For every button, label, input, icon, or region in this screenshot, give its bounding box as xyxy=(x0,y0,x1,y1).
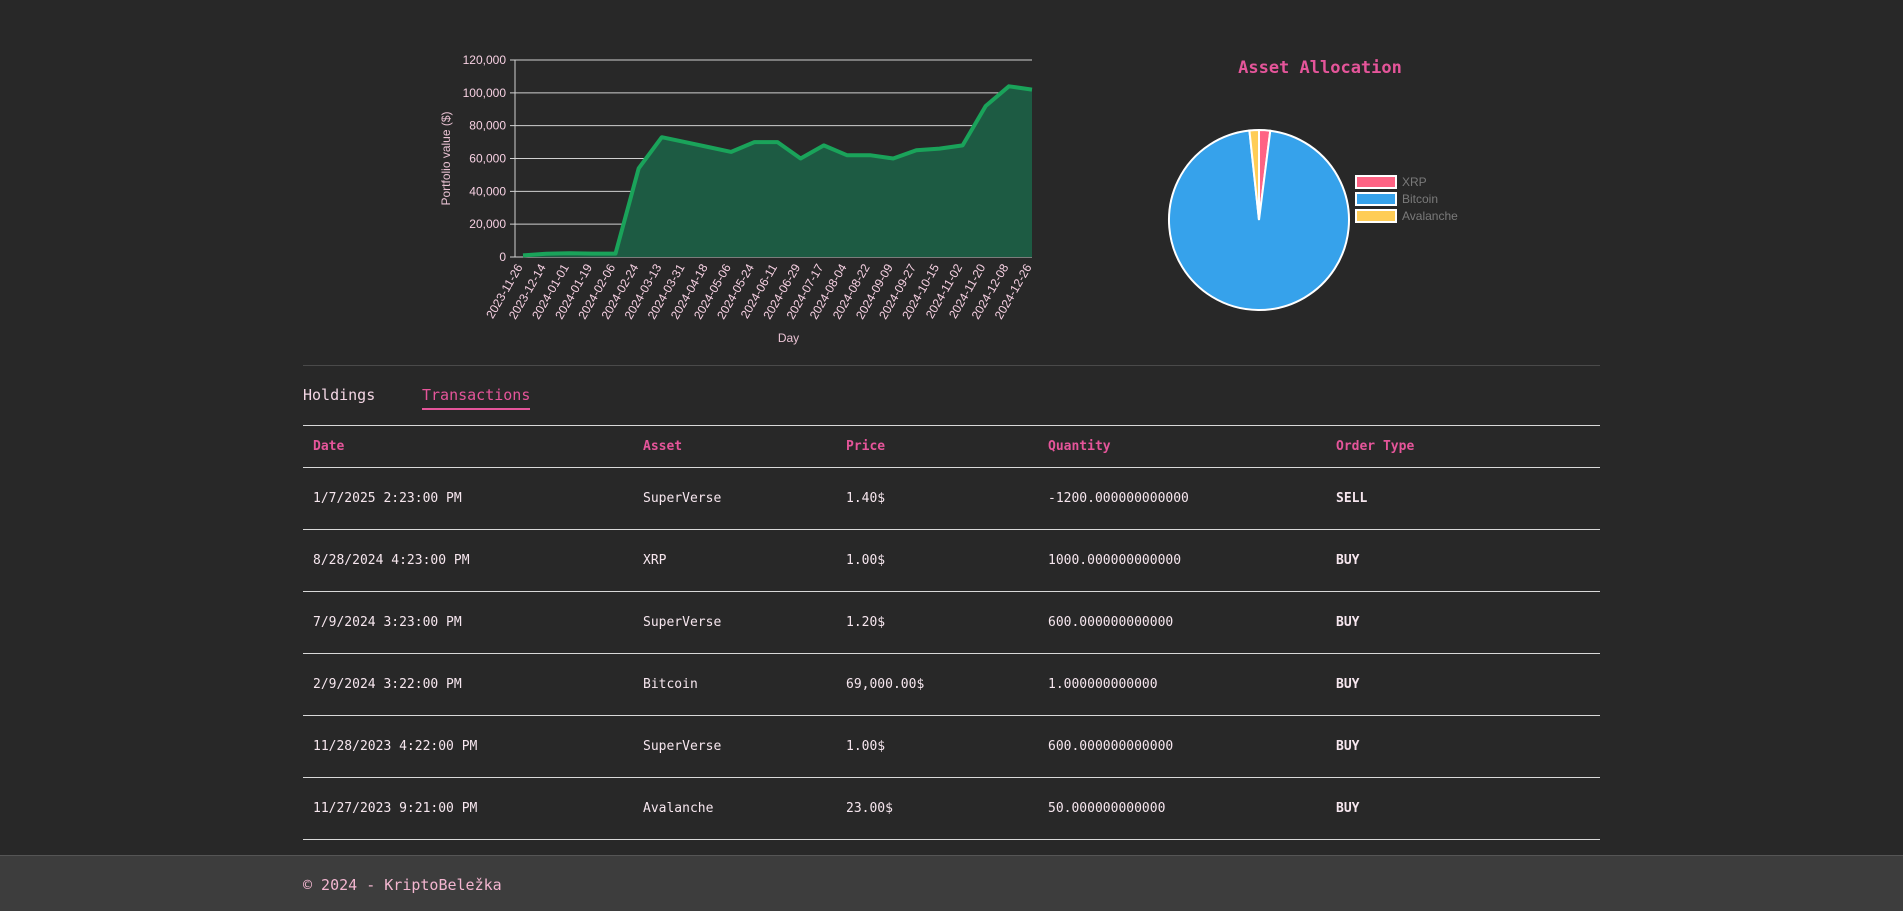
cell-order-type: SELL xyxy=(1326,467,1600,530)
y-tick-label: 80,000 xyxy=(469,119,506,133)
cell-price: 1.00$ xyxy=(836,529,1038,592)
header-price[interactable]: Price xyxy=(836,425,1038,468)
y-tick-label: 20,000 xyxy=(469,217,506,231)
header-asset[interactable]: Asset xyxy=(633,425,836,468)
cell-date: 8/28/2024 4:23:00 PM xyxy=(303,529,633,592)
table-row: 2/9/2024 3:22:00 PM Bitcoin 69,000.00$ 1… xyxy=(303,653,1600,716)
cell-order-type: BUY xyxy=(1326,715,1600,778)
cell-quantity: 600.000000000000 xyxy=(1038,715,1326,778)
cell-price: 1.40$ xyxy=(836,467,1038,530)
tab-holdings[interactable]: Holdings xyxy=(303,386,375,408)
cell-asset: SuperVerse xyxy=(633,591,836,654)
cell-asset: SuperVerse xyxy=(633,715,836,778)
header-quantity[interactable]: Quantity xyxy=(1038,425,1326,468)
table-header-row: Date Asset Price Quantity Order Type xyxy=(303,425,1600,468)
table-row: 11/27/2023 9:21:00 PM Avalanche 23.00$ 5… xyxy=(303,777,1600,840)
y-tick-label: 40,000 xyxy=(469,184,506,198)
cell-price: 1.00$ xyxy=(836,715,1038,778)
legend-swatch-bitcoin xyxy=(1355,192,1397,206)
cell-order-type: BUY xyxy=(1326,653,1600,716)
cell-date: 11/27/2023 9:21:00 PM xyxy=(303,777,633,840)
asset-allocation-chart: XRP Bitcoin Avalanche xyxy=(1168,128,1458,311)
legend-swatch-avalanche xyxy=(1355,209,1397,223)
cell-date: 11/28/2023 4:22:00 PM xyxy=(303,715,633,778)
header-order-type[interactable]: Order Type xyxy=(1326,425,1600,468)
table-row: 1/7/2025 2:23:00 PM SuperVerse 1.40$ -12… xyxy=(303,467,1600,530)
y-tick-label: 0 xyxy=(499,250,506,264)
cell-quantity: 1000.000000000000 xyxy=(1038,529,1326,592)
cell-asset: Bitcoin xyxy=(633,653,836,716)
cell-date: 2/9/2024 3:22:00 PM xyxy=(303,653,633,716)
y-axis-label: Portfolio value ($) xyxy=(439,111,453,205)
cell-price: 69,000.00$ xyxy=(836,653,1038,716)
legend-swatch-xrp xyxy=(1355,175,1397,189)
cell-order-type: BUY xyxy=(1326,529,1600,592)
cell-asset: XRP xyxy=(633,529,836,592)
header-date[interactable]: Date xyxy=(303,425,633,468)
legend-label-avalanche[interactable]: Avalanche xyxy=(1402,209,1458,223)
section-divider xyxy=(303,365,1600,366)
y-tick-label: 120,000 xyxy=(463,53,507,67)
cell-date: 7/9/2024 3:23:00 PM xyxy=(303,591,633,654)
cell-asset: SuperVerse xyxy=(633,467,836,530)
cell-quantity: 1.000000000000 xyxy=(1038,653,1326,716)
y-tick-label: 60,000 xyxy=(469,152,506,166)
y-tick-label: 100,000 xyxy=(463,86,507,100)
table-row: 11/28/2023 4:22:00 PM SuperVerse 1.00$ 6… xyxy=(303,715,1600,778)
cell-asset: Avalanche xyxy=(633,777,836,840)
cell-price: 1.20$ xyxy=(836,591,1038,654)
table-row: 7/9/2024 3:23:00 PM SuperVerse 1.20$ 600… xyxy=(303,591,1600,654)
x-axis-label: Day xyxy=(778,331,799,345)
footer: © 2024 - KriptoBeležka xyxy=(0,855,1903,911)
cell-date: 1/7/2025 2:23:00 PM xyxy=(303,467,633,530)
table-row: 8/28/2024 4:23:00 PM XRP 1.00$ 1000.0000… xyxy=(303,529,1600,592)
legend-label-bitcoin[interactable]: Bitcoin xyxy=(1402,192,1438,206)
cell-price: 23.00$ xyxy=(836,777,1038,840)
portfolio-area xyxy=(523,86,1032,257)
legend-label-xrp[interactable]: XRP xyxy=(1402,175,1427,189)
transactions-table: Date Asset Price Quantity Order Type 1/7… xyxy=(303,425,1600,840)
cell-quantity: 50.000000000000 xyxy=(1038,777,1326,840)
cell-quantity: -1200.000000000000 xyxy=(1038,467,1326,530)
cell-quantity: 600.000000000000 xyxy=(1038,591,1326,654)
cell-order-type: BUY xyxy=(1326,591,1600,654)
tab-transactions[interactable]: Transactions xyxy=(422,386,531,410)
footer-copyright: © 2024 - KriptoBeležka xyxy=(303,876,502,894)
portfolio-value-chart: 020,00040,00060,00080,000100,000120,000 … xyxy=(439,53,1035,345)
cell-order-type: BUY xyxy=(1326,777,1600,840)
